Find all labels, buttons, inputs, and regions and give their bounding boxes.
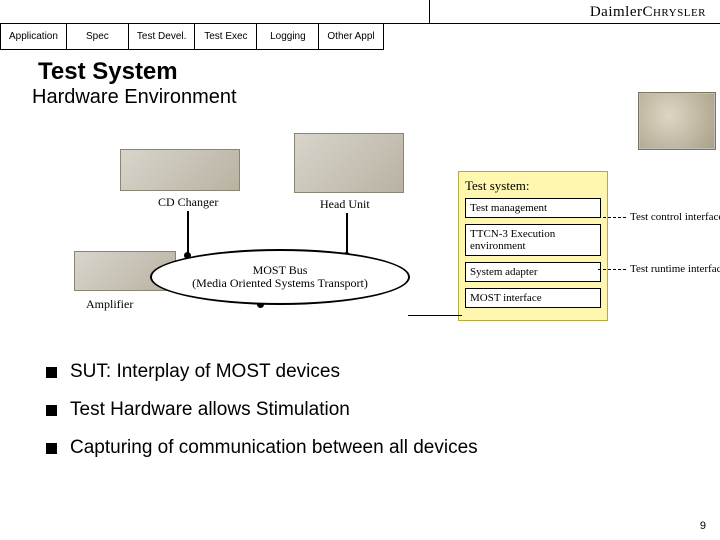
head-unit-photo	[294, 133, 404, 193]
tab-logging[interactable]: Logging	[257, 24, 319, 50]
hardware-diagram: CD Changer Head Unit Amplifier MOST Bus …	[0, 121, 720, 341]
label-test-runtime-interface: Test runtime interface	[630, 263, 720, 275]
bullet-3: Capturing of communication between all d…	[46, 437, 720, 459]
connector-bus-to-panel	[408, 315, 462, 316]
leader-headunit	[346, 213, 348, 255]
panel-title: Test system:	[465, 178, 601, 194]
brand-second: Chrysler	[642, 4, 706, 20]
box-most-interface: MOST interface	[465, 288, 601, 308]
box-system-adapter: System adapter	[465, 262, 601, 282]
head-unit-label: Head Unit	[320, 197, 370, 212]
bus-line2: (Media Oriented Systems Transport)	[192, 277, 368, 290]
page-number: 9	[700, 520, 706, 532]
brand-first: Daimler	[590, 4, 643, 20]
header-bar: DaimlerChrysler	[0, 0, 720, 24]
amplifier-label: Amplifier	[86, 297, 133, 312]
bullet-list: SUT: Interplay of MOST devices Test Hard…	[46, 361, 720, 459]
box-ttcn3-exec: TTCN-3 Execution environment	[465, 224, 601, 256]
bullet-2: Test Hardware allows Stimulation	[46, 399, 720, 421]
leader-cdchanger	[187, 211, 189, 255]
cd-changer-photo	[120, 149, 240, 191]
box-test-management: Test management	[465, 198, 601, 218]
tab-test-devel[interactable]: Test Devel.	[129, 24, 195, 50]
label-test-control-interface: Test control interface	[630, 211, 720, 223]
tab-spec[interactable]: Spec	[67, 24, 129, 50]
bullet-1: SUT: Interplay of MOST devices	[46, 361, 720, 383]
tab-strip: Application Spec Test Devel. Test Exec L…	[0, 24, 720, 50]
tab-other-appl[interactable]: Other Appl	[319, 24, 383, 50]
page-subtitle: Hardware Environment	[32, 86, 720, 109]
tab-application[interactable]: Application	[0, 24, 67, 50]
cd-changer-label: CD Changer	[158, 195, 218, 210]
header-left-pane	[0, 0, 430, 23]
brand-logo: DaimlerChrysler	[430, 3, 720, 21]
test-system-panel: Test system: Test management TTCN-3 Exec…	[458, 171, 608, 321]
page-title: Test System	[38, 58, 720, 86]
dash-runtime	[598, 269, 626, 270]
dash-ctrl	[598, 217, 626, 218]
bus-ellipse: MOST Bus (Media Oriented Systems Transpo…	[150, 249, 410, 305]
tab-test-exec[interactable]: Test Exec	[195, 24, 257, 50]
